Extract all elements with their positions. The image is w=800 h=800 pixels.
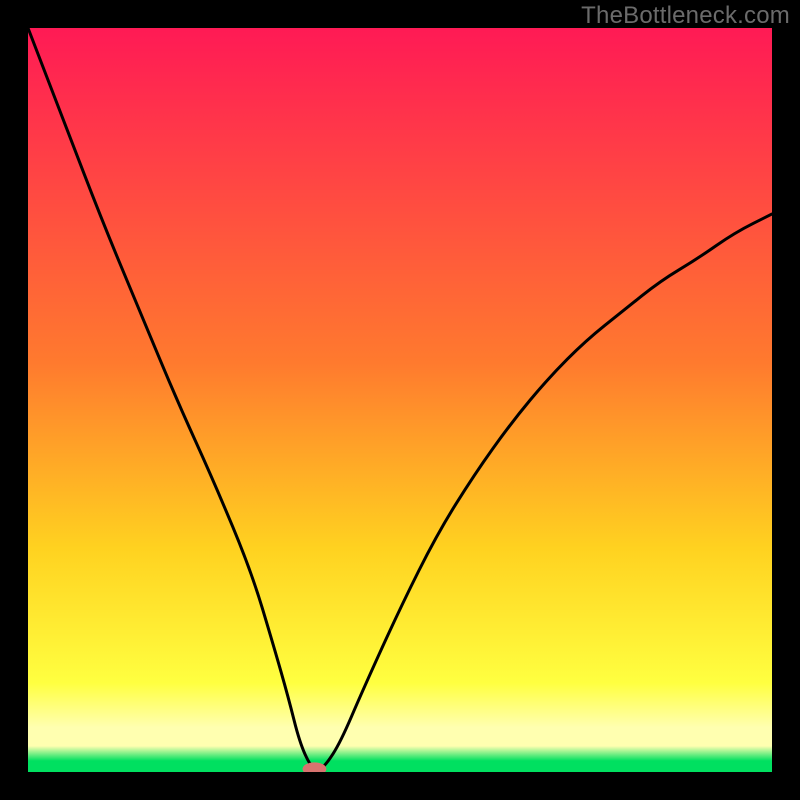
chart-svg [28, 28, 772, 772]
outer-frame: TheBottleneck.com [0, 0, 800, 800]
gradient-background [28, 28, 772, 772]
watermark-text: TheBottleneck.com [581, 2, 790, 30]
plot-area [28, 28, 772, 772]
